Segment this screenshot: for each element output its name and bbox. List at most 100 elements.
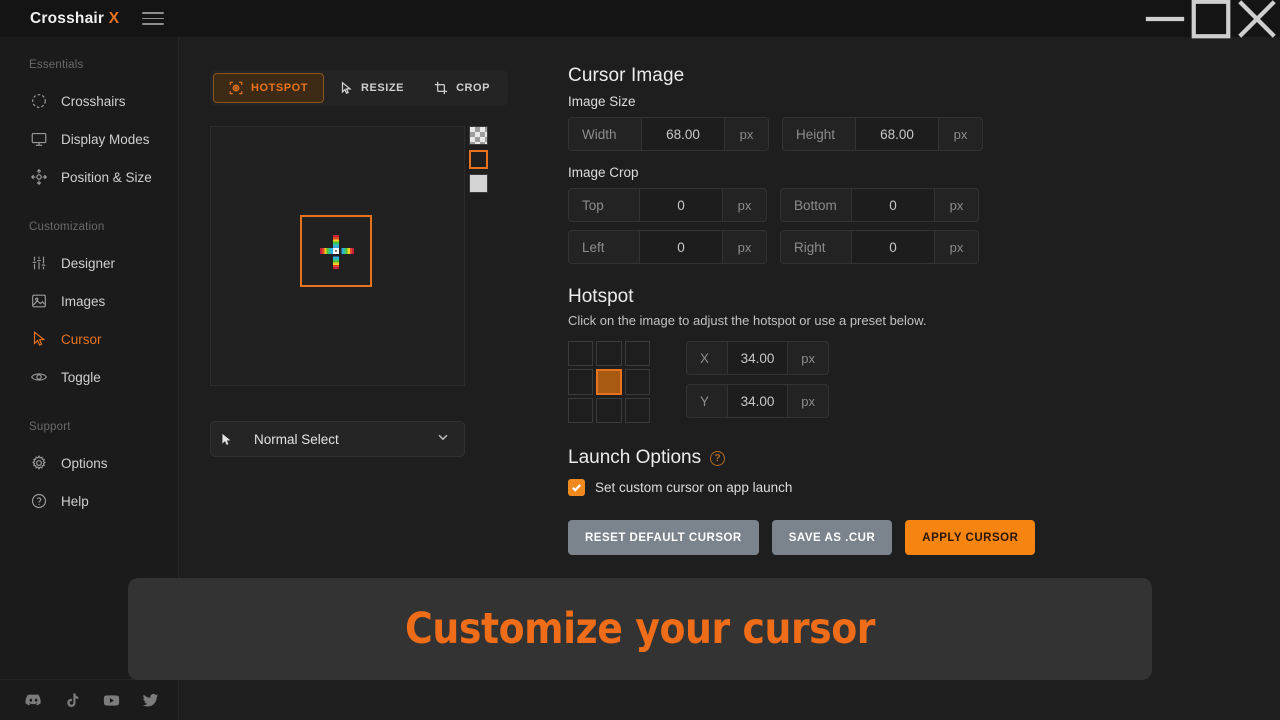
hotspot-icon	[229, 81, 243, 95]
sidebar-item-label: Designer	[61, 256, 115, 271]
promo-banner-text: Customize your cursor	[405, 604, 875, 654]
hotspot-x-unit: px	[788, 342, 828, 374]
hotspot-x-label: X	[687, 342, 727, 374]
background-swatch-dark[interactable]	[469, 150, 488, 169]
height-value[interactable]: 68.00	[855, 118, 939, 150]
hotspot-preset-cell[interactable]	[596, 398, 621, 423]
app-window: Crosshair X Essentials	[0, 0, 1280, 720]
crop-bottom-value[interactable]: 0	[851, 189, 935, 221]
hotspot-title: Hotspot	[568, 286, 1168, 308]
minimize-icon	[1142, 0, 1188, 42]
apply-cursor-button[interactable]: APPLY CURSOR	[905, 520, 1035, 555]
crosshair-cursor-preview	[318, 233, 354, 269]
close-icon	[1234, 0, 1280, 42]
question-circle-icon[interactable]: ?	[710, 451, 725, 466]
hotspot-y-value[interactable]: 34.00	[727, 385, 789, 417]
title-bar: Crosshair X	[0, 0, 1280, 37]
launch-checkbox-row[interactable]: Set custom cursor on app launch	[568, 479, 1168, 496]
sidebar-item-options[interactable]: Options	[0, 444, 178, 482]
sidebar-item-cursor[interactable]: Cursor	[0, 320, 178, 358]
twitter-icon[interactable]	[142, 692, 159, 709]
crop-bottom-field[interactable]: Bottom 0 px	[780, 188, 979, 222]
hotspot-preset-cell[interactable]	[568, 398, 593, 423]
tab-resize[interactable]: RESIZE	[324, 73, 419, 103]
check-icon	[571, 482, 582, 493]
hotspot-y-unit: px	[788, 385, 828, 417]
app-title: Crosshair X	[30, 10, 119, 28]
width-field[interactable]: Width 68.00 px	[568, 117, 769, 151]
app-title-accent: X	[109, 10, 120, 27]
hotspot-xy-fields: X 34.00 px Y 34.00 px	[686, 341, 829, 418]
sidebar-section-label: Essentials	[29, 59, 178, 71]
action-buttons: RESET DEFAULT CURSOR SAVE AS .CUR APPLY …	[568, 520, 1168, 555]
monitor-icon	[29, 130, 48, 149]
width-value[interactable]: 68.00	[641, 118, 725, 150]
promo-banner[interactable]: Customize your cursor	[128, 578, 1152, 680]
sidebar-item-label: Position & Size	[61, 170, 152, 185]
youtube-icon[interactable]	[103, 692, 120, 709]
hamburger-bar	[142, 12, 164, 14]
cursor-arrow-icon	[339, 81, 353, 95]
image-size-fields: Width 68.00 px Height 68.00 px	[568, 117, 1168, 151]
crop-right-field[interactable]: Right 0 px	[780, 230, 979, 264]
close-button[interactable]	[1234, 0, 1280, 37]
crop-bottom-unit: px	[935, 189, 978, 221]
sliders-icon	[29, 254, 48, 273]
hotspot-controls: X 34.00 px Y 34.00 px	[568, 341, 1168, 423]
background-swatch-checker[interactable]	[469, 126, 488, 145]
sidebar-item-designer[interactable]: Designer	[0, 244, 178, 282]
hotspot-x-value[interactable]: 34.00	[727, 342, 789, 374]
hotspot-preset-cell[interactable]	[568, 341, 593, 366]
cursor-preview-canvas[interactable]	[210, 126, 465, 386]
reset-default-cursor-button[interactable]: RESET DEFAULT CURSOR	[568, 520, 759, 555]
cursor-type-value: Normal Select	[241, 432, 436, 447]
sidebar-item-images[interactable]: Images	[0, 282, 178, 320]
sidebar-item-label: Display Modes	[61, 132, 150, 147]
save-as-cur-button[interactable]: SAVE AS .CUR	[772, 520, 893, 555]
window-controls	[1142, 0, 1280, 37]
cursor-arrow-icon	[29, 330, 48, 349]
sidebar-item-position-size[interactable]: Position & Size	[0, 158, 178, 196]
tab-label: HOTSPOT	[251, 82, 308, 94]
crop-left-value[interactable]: 0	[639, 231, 723, 263]
set-custom-cursor-checkbox[interactable]	[568, 479, 585, 496]
set-custom-cursor-label: Set custom cursor on app launch	[595, 480, 792, 495]
cursor-type-dropdown[interactable]: Normal Select	[210, 421, 465, 457]
width-unit: px	[725, 118, 768, 150]
tiktok-icon[interactable]	[64, 692, 81, 709]
image-crop-label: Image Crop	[568, 165, 1168, 180]
height-label: Height	[783, 118, 855, 150]
crop-top-value[interactable]: 0	[639, 189, 723, 221]
sidebar-item-toggle[interactable]: Toggle	[0, 358, 178, 396]
minimize-button[interactable]	[1142, 0, 1188, 37]
hotspot-x-field[interactable]: X 34.00 px	[686, 341, 829, 375]
maximize-button[interactable]	[1188, 0, 1234, 37]
background-swatch-light[interactable]	[469, 174, 488, 193]
hotspot-preset-cell[interactable]	[596, 341, 621, 366]
hotspot-y-label: Y	[687, 385, 727, 417]
tab-hotspot[interactable]: HOTSPOT	[213, 73, 324, 103]
hotspot-selection-box[interactable]	[300, 215, 372, 287]
hotspot-y-field[interactable]: Y 34.00 px	[686, 384, 829, 418]
move-arrows-icon	[29, 168, 48, 187]
hotspot-preset-cell[interactable]	[625, 369, 650, 394]
question-circle-icon	[29, 492, 48, 511]
crop-top-field[interactable]: Top 0 px	[568, 188, 767, 222]
crop-right-label: Right	[781, 231, 851, 263]
discord-icon[interactable]	[25, 692, 42, 709]
hamburger-icon[interactable]	[142, 11, 164, 27]
height-unit: px	[939, 118, 982, 150]
crop-left-field[interactable]: Left 0 px	[568, 230, 767, 264]
hotspot-preset-cell[interactable]	[625, 398, 650, 423]
hotspot-preset-cell[interactable]	[625, 341, 650, 366]
sidebar-item-help[interactable]: Help	[0, 482, 178, 520]
sidebar-item-crosshairs[interactable]: Crosshairs	[0, 82, 178, 120]
hotspot-preset-cell-selected[interactable]	[596, 369, 621, 394]
tab-crop[interactable]: CROP	[419, 73, 505, 103]
crop-right-value[interactable]: 0	[851, 231, 935, 263]
height-field[interactable]: Height 68.00 px	[782, 117, 983, 151]
hotspot-preset-cell[interactable]	[568, 369, 593, 394]
sidebar-item-display-modes[interactable]: Display Modes	[0, 120, 178, 158]
hotspot-hint: Click on the image to adjust the hotspot…	[568, 313, 1168, 328]
background-swatches	[469, 126, 488, 193]
